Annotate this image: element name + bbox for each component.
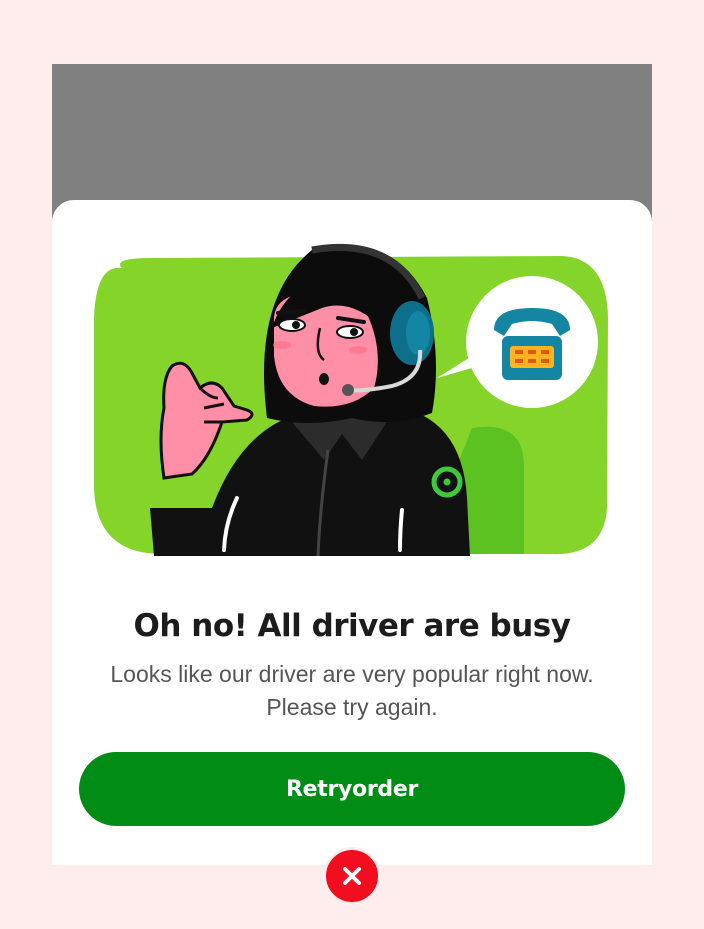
jacket-highlight-right bbox=[398, 508, 404, 552]
agent-illustration bbox=[94, 243, 608, 557]
retry-order-button[interactable]: Retryorder bbox=[79, 752, 625, 826]
busy-driver-dialog: Oh no! All driver are busy Looks like ou… bbox=[52, 200, 652, 865]
telephone-icon bbox=[494, 308, 570, 380]
dialog-title: Oh no! All driver are busy bbox=[133, 608, 571, 644]
close-icon bbox=[343, 867, 361, 885]
close-button[interactable] bbox=[323, 847, 381, 905]
dialog-message: Looks like our driver are very popular r… bbox=[110, 661, 594, 720]
